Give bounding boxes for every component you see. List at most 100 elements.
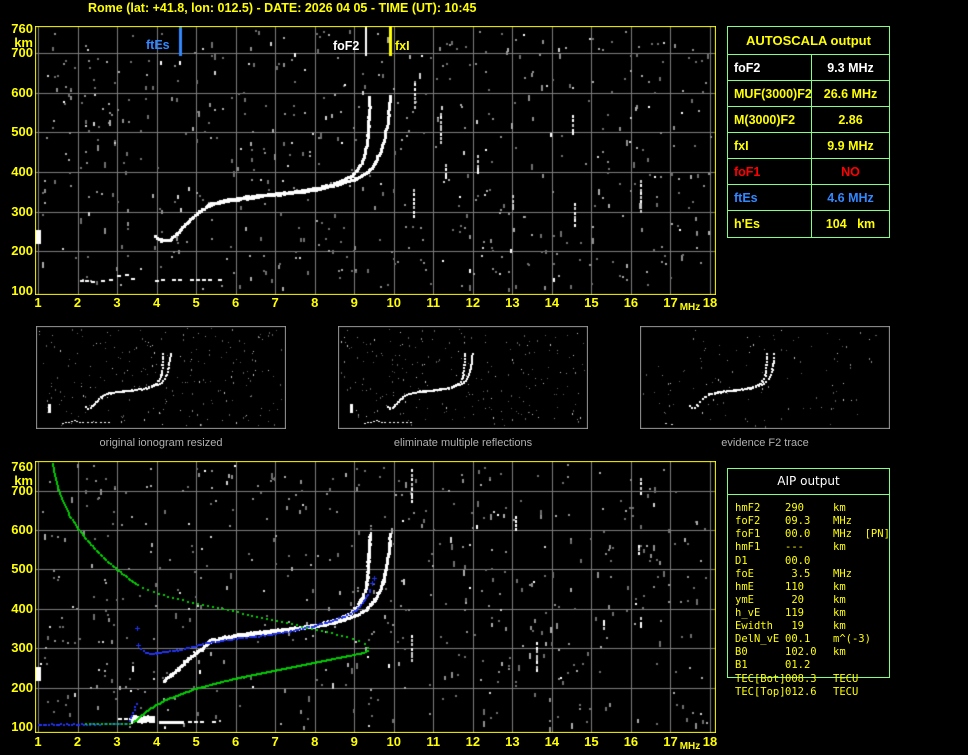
param-unit: km: [833, 607, 846, 619]
param-value: 110: [785, 581, 804, 593]
param-unit: MHz: [833, 568, 852, 580]
x-axis-tick-label: 8: [311, 734, 319, 749]
y-axis-tick-label: 100: [11, 719, 33, 734]
x-axis-tick-label: 12: [465, 734, 481, 749]
param-value: 104 km: [825, 217, 876, 231]
x-axis-tick-label: 10: [386, 734, 401, 749]
table-row: M(3000)F2 2.86: [728, 107, 889, 133]
x-axis-tick-label: 16: [623, 295, 639, 310]
y-axis-tick-label: 200: [11, 243, 33, 259]
x-axis-tick-label: 2: [73, 734, 82, 749]
x-axis-unit-label: MHz: [679, 741, 701, 752]
thumbnail-caption: eliminate multiple reflections: [393, 437, 533, 449]
thumbnail-f2-trace-evidence: [640, 326, 890, 429]
param-value: 102.0: [785, 646, 817, 658]
param-unit: TECU: [833, 673, 859, 685]
table-row: DelN_vE 00.1 m^(-3): [727, 633, 902, 646]
fof2-marker-label: foF2: [333, 39, 360, 53]
x-axis-tick-label: 8: [311, 295, 319, 310]
param-value: 9.3 MHz: [827, 60, 874, 75]
y-axis-tick-label: 760: [11, 20, 33, 36]
y-axis-tick-label: 300: [11, 203, 33, 219]
table-row: foF1 NO: [728, 159, 889, 185]
param-value: 008.3: [785, 673, 817, 685]
y-axis-tick-label: 760: [11, 458, 33, 474]
table-row: foE 3.5 MHz: [727, 568, 902, 581]
bottom-ionogram-profile-plot: [35, 461, 716, 733]
param-label: hmF2: [735, 502, 761, 514]
x-axis-tick-label: 11: [426, 734, 441, 749]
x-axis-tick-label: 2: [73, 295, 82, 310]
y-axis-tick-label: 500: [11, 561, 33, 577]
x-axis-tick-label: 13: [505, 295, 520, 310]
param-value: 3.5: [785, 568, 811, 580]
table-row: ftEs 4.6 MHz: [728, 185, 889, 211]
param-value: 09.3: [785, 515, 811, 527]
param-unit: km: [833, 620, 846, 632]
param-value: 9.9 MHz: [827, 138, 874, 153]
y-axis-tick-label: 600: [11, 522, 33, 537]
y-axis-unit-label: km: [14, 35, 33, 50]
x-axis-tick-label: 15: [584, 734, 599, 749]
top-ionogram-plot: [35, 26, 716, 295]
x-axis-tick-label: 10: [386, 295, 401, 310]
x-axis-tick-label: 15: [584, 295, 599, 310]
table-row: foF1 00.0 MHz [PN]: [727, 528, 902, 541]
table-row: TEC[Top] 012.6 TECU: [727, 686, 902, 699]
table-row: h'Es 104 km: [728, 211, 889, 237]
y-axis-tick-label: 300: [11, 640, 33, 656]
autoscala-output-table: AUTOSCALA output foF2 9.3 MHz MUF(3000)F…: [727, 26, 890, 238]
x-axis-tick-label: 16: [623, 734, 639, 749]
param-label: hmE: [735, 581, 754, 593]
station-title: Rome (lat: +41.8, lon: 012.5) - DATE: 20…: [88, 1, 477, 15]
x-axis-tick-label: 4: [152, 295, 161, 310]
param-value: 01.2: [785, 659, 811, 671]
x-axis-tick-label: 7: [271, 734, 279, 749]
param-value: 4.6 MHz: [827, 190, 874, 205]
aip-table-rows: hmF2 290 km foF2 09.3 MHz foF1 00.0 MHz [PN] h…: [727, 502, 902, 702]
ftes-marker-label: ftEs: [146, 38, 170, 52]
param-label: B1: [735, 659, 748, 671]
param-label: DelN_vE: [735, 633, 780, 645]
autoscala-app-screen: Rome (lat: +41.8, lon: 012.5) - DATE: 20…: [0, 0, 968, 755]
table-row: MUF(3000)F2 26.6 MHz: [728, 81, 889, 107]
param-label: D1: [735, 555, 748, 567]
table-row: hmF1 --- km: [727, 541, 902, 554]
autoscala-table-header: AUTOSCALA output: [728, 27, 889, 55]
y-axis-tick-label: 400: [11, 163, 33, 179]
y-axis-tick-label: 100: [11, 283, 33, 298]
x-axis-tick-label: 9: [350, 734, 358, 749]
param-unit: TECU: [833, 686, 859, 698]
param-value: 20: [785, 594, 804, 606]
y-axis-tick-label: 200: [11, 679, 33, 695]
param-value: 26.6 MHz: [823, 86, 878, 101]
x-axis-tick-label: 3: [113, 734, 121, 749]
table-row: Ewidth 19 km: [727, 620, 902, 633]
param-value: NO: [841, 164, 860, 179]
param-label: B0: [735, 646, 748, 658]
x-axis-tick-label: 1: [34, 734, 42, 749]
x-axis-tick-label: 7: [271, 295, 279, 310]
param-label: foF2: [728, 55, 812, 80]
aip-table-header: AIP output: [728, 469, 889, 495]
param-value: ---: [785, 541, 804, 553]
param-label: foF1: [728, 159, 812, 184]
x-axis-tick-label: 9: [350, 295, 358, 310]
thumbnail-caption: original ionogram resized: [99, 437, 223, 449]
param-unit: km: [833, 502, 846, 514]
param-unit: km: [833, 541, 846, 553]
x-axis-tick-label: 6: [232, 295, 240, 310]
param-value: 119: [785, 607, 804, 619]
param-unit: MHz: [833, 515, 852, 527]
x-axis-tick-label: 4: [152, 734, 161, 749]
y-axis-tick-label: 600: [11, 84, 33, 100]
param-label: M(3000)F2: [728, 107, 812, 132]
table-row: foF2 09.3 MHz: [727, 515, 902, 528]
table-row: h_vE 119 km: [727, 607, 902, 620]
table-row: TEC[Bot] 008.3 TECU: [727, 673, 902, 686]
table-row: ymE 20 km: [727, 594, 902, 607]
param-value: 012.6: [785, 686, 817, 698]
x-axis-tick-label: 5: [192, 295, 200, 310]
param-label: ftEs: [728, 185, 812, 210]
param-unit: MHz [PN]: [833, 528, 890, 540]
